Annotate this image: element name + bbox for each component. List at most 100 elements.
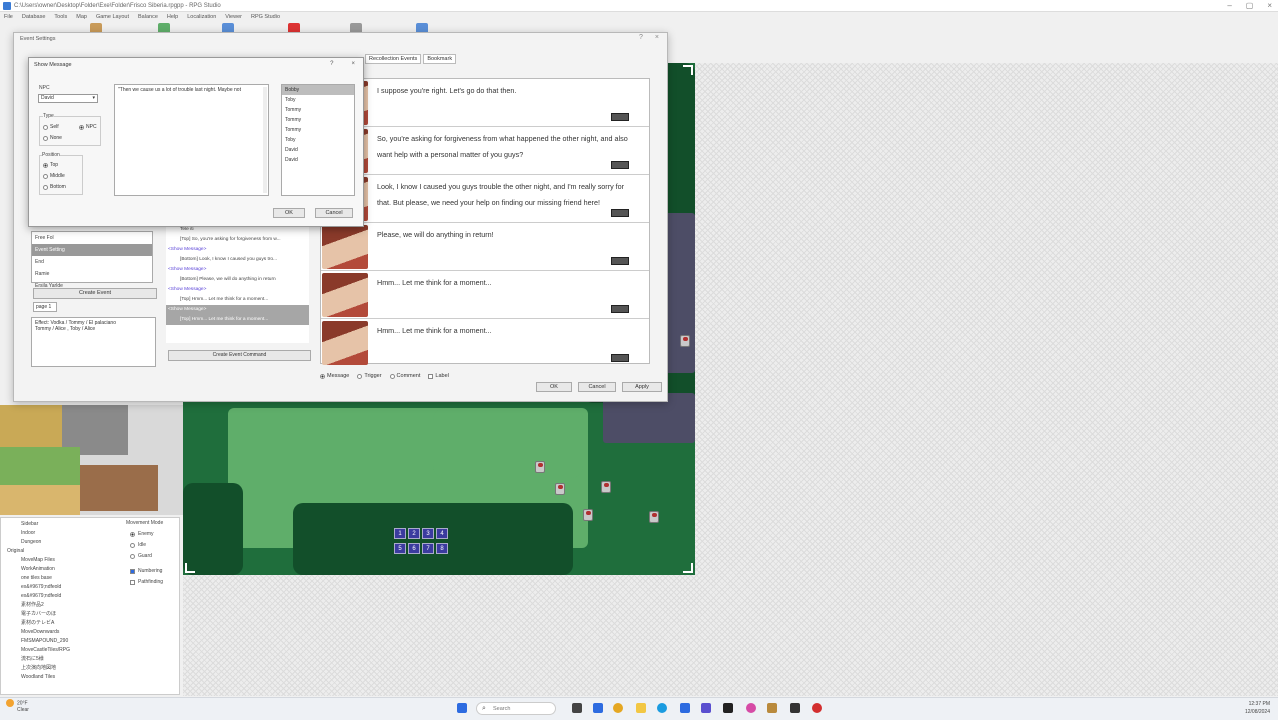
palette-4[interactable]: 4: [436, 528, 448, 539]
pathfinding-checkbox[interactable]: Pathfinding: [126, 579, 180, 585]
palette-3[interactable]: 3: [422, 528, 434, 539]
command-line[interactable]: [Bottom] Please, we will do anything in …: [166, 275, 309, 285]
command-header[interactable]: <Show Message>: [166, 285, 309, 295]
edit-message-button[interactable]: [611, 354, 629, 362]
edit-message-button[interactable]: [611, 257, 629, 265]
position-middle-option[interactable]: Middle: [43, 173, 65, 179]
menu-help[interactable]: Help: [167, 14, 178, 20]
menu-balance[interactable]: Balance: [138, 14, 158, 20]
palette-2[interactable]: 2: [408, 528, 420, 539]
event-list-item[interactable]: End: [32, 256, 152, 268]
type-self-option[interactable]: Self: [43, 124, 59, 130]
app-icon[interactable]: [812, 703, 822, 713]
close-icon[interactable]: ×: [351, 61, 355, 67]
message-preview-panel[interactable]: I suppose you're right. Let's go do that…: [320, 78, 650, 365]
minimize-icon[interactable]: –: [1227, 1, 1231, 10]
message-row[interactable]: I suppose you're right. Let's go do that…: [321, 79, 649, 127]
message-row[interactable]: Hmm... Let me think for a moment...: [321, 271, 649, 319]
menu-database[interactable]: Database: [22, 14, 46, 20]
menu-viewer[interactable]: Viewer: [225, 14, 242, 20]
command-header[interactable]: <Show Message>: [166, 245, 309, 255]
mode-enemy-option[interactable]: Enemy: [126, 531, 180, 537]
name-list-item[interactable]: Tommy: [282, 105, 354, 115]
maximize-icon[interactable]: ▢: [1246, 1, 1254, 10]
edit-message-button[interactable]: [611, 113, 629, 121]
name-list-item[interactable]: Toby: [282, 135, 354, 145]
system-clock[interactable]: 12:37 PM 12/08/2024: [1245, 700, 1270, 716]
name-list-item[interactable]: Toby: [282, 95, 354, 105]
tree-item[interactable]: Woodland Tiles: [7, 673, 179, 682]
create-event-button[interactable]: Create Event: [33, 288, 157, 299]
radio-icon[interactable]: [43, 135, 48, 141]
name-list-item[interactable]: David: [282, 155, 354, 165]
npc-sprite[interactable]: [601, 481, 611, 493]
create-event-command-button[interactable]: Create Event Command: [168, 350, 311, 361]
ok-button[interactable]: OK: [536, 382, 572, 392]
radio-icon[interactable]: [130, 542, 135, 548]
close-icon[interactable]: ×: [655, 34, 659, 41]
radio-icon[interactable]: [130, 531, 135, 537]
app-icon[interactable]: [746, 703, 756, 713]
event-list[interactable]: Free Fol Event Setting End Ramie Ersila …: [31, 231, 153, 289]
event-list-item[interactable]: Free Fol: [32, 232, 152, 244]
palette-7[interactable]: 7: [422, 543, 434, 554]
palette-8[interactable]: 8: [436, 543, 448, 554]
app-icon[interactable]: [790, 703, 800, 713]
chrome-icon[interactable]: [613, 703, 623, 713]
radio-icon[interactable]: [389, 373, 395, 379]
position-top-option[interactable]: Top: [43, 162, 58, 168]
name-list-item[interactable]: Tommy: [282, 115, 354, 125]
tab-recollection-events[interactable]: Recollection Events: [365, 54, 422, 64]
npc-sprite[interactable]: [535, 461, 545, 473]
mode-label-check[interactable]: Label: [428, 373, 449, 379]
checkbox-icon[interactable]: [130, 579, 135, 585]
tree-item[interactable]: 素材作品2: [7, 601, 179, 610]
menu-map[interactable]: Map: [76, 14, 87, 20]
tree-item[interactable]: MoveDownwards: [7, 628, 179, 637]
npc-sprite[interactable]: [583, 509, 593, 521]
menu-tools[interactable]: Tools: [54, 14, 67, 20]
name-list-item[interactable]: David: [282, 145, 354, 155]
event-list-item[interactable]: Ramie: [32, 268, 152, 280]
tree-item[interactable]: 電子カバーのほ: [7, 610, 179, 619]
checkbox-icon[interactable]: [130, 568, 135, 574]
tree-item[interactable]: FMSMAPOUND_290: [7, 637, 179, 646]
radio-icon[interactable]: [43, 162, 48, 168]
start-icon[interactable]: [457, 703, 467, 713]
type-npc-option[interactable]: NPC: [79, 124, 97, 130]
radio-icon[interactable]: [320, 373, 325, 379]
command-header[interactable]: <Show Message>: [166, 265, 309, 275]
menu-file[interactable]: File: [4, 14, 13, 20]
mode-message[interactable]: Message: [320, 373, 349, 379]
message-row[interactable]: Please, we will do anything in return!: [321, 223, 649, 271]
scrollbar[interactable]: [263, 87, 267, 193]
tile-grass[interactable]: [0, 447, 80, 485]
taskbar-search[interactable]: ⌕ Search: [476, 702, 556, 715]
tree-item[interactable]: MoveCastleTiles/RPG: [7, 646, 179, 655]
command-line[interactable]: [Bottom] Look, I know I caused you guys …: [166, 255, 309, 265]
command-line-selected[interactable]: [Top] Hmm... Let me think for a moment..…: [166, 315, 309, 325]
name-list-item-selected[interactable]: Bobby: [282, 85, 354, 95]
menu-localization[interactable]: Localization: [187, 14, 216, 20]
help-icon[interactable]: ?: [639, 34, 643, 41]
apply-button[interactable]: Apply: [622, 382, 662, 392]
npc-select[interactable]: David ▾: [38, 94, 98, 103]
command-line[interactable]: [Top] So, you're asking for forgiveness …: [166, 235, 309, 245]
tree-item[interactable]: 上次演向地図地: [7, 664, 179, 673]
radio-icon[interactable]: [79, 124, 84, 130]
radio-icon[interactable]: [130, 553, 135, 559]
edge-icon[interactable]: [657, 703, 667, 713]
event-list-item-selected[interactable]: Event Setting: [32, 244, 152, 256]
command-line[interactable]: [Top] Hmm... Let me think for a moment..…: [166, 295, 309, 305]
edit-message-button[interactable]: [611, 161, 629, 169]
event-command-list[interactable]: Tele iti [Top] So, you're asking for for…: [166, 225, 309, 343]
mode-trigger[interactable]: Trigger: [357, 373, 382, 379]
palette-1[interactable]: 1: [394, 528, 406, 539]
radio-icon[interactable]: [43, 184, 48, 190]
weather-widget[interactable]: 20°F Clear: [6, 699, 29, 714]
tab-bookmark[interactable]: Bookmark: [423, 54, 457, 64]
terminal-icon[interactable]: [723, 703, 733, 713]
position-bottom-option[interactable]: Bottom: [43, 184, 66, 190]
mode-comment[interactable]: Comment: [389, 373, 420, 379]
tile-path[interactable]: [0, 485, 80, 515]
